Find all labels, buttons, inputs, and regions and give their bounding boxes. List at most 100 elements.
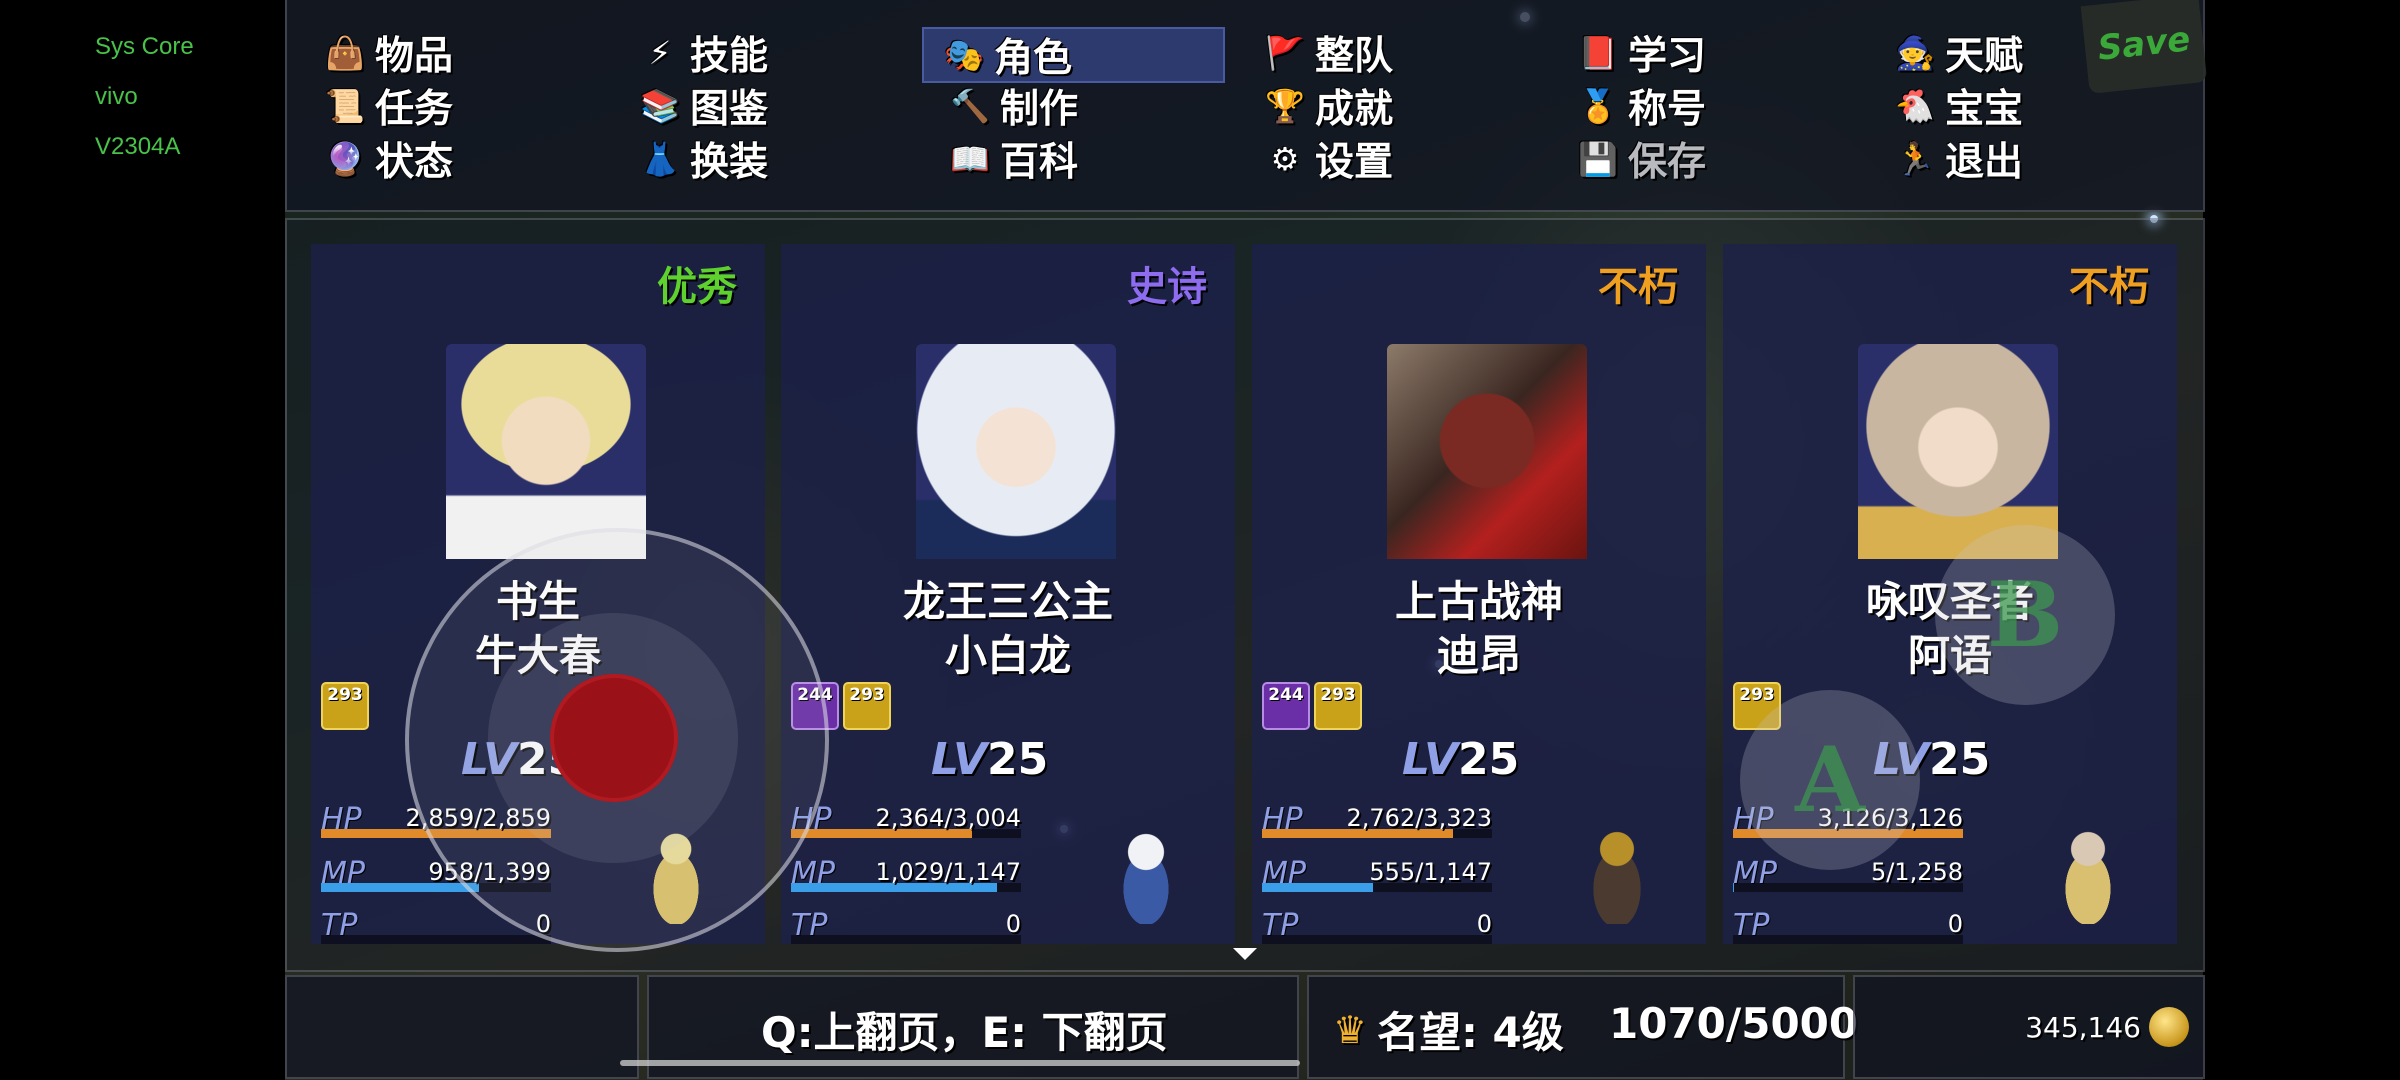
menu-item-13[interactable]: 👗 换装 [632, 133, 774, 185]
rarity-label: 优秀 [657, 264, 737, 310]
system-overlay: Sys Core vivo V2304A [95, 22, 194, 172]
hp-bar: HP 2,364/3,004 [791, 802, 1031, 838]
hp-bar: HP 2,762/3,323 [1262, 802, 1502, 838]
tp-track [791, 935, 1021, 944]
bag-icon: 👜 [325, 34, 365, 72]
character-sprite [1582, 824, 1652, 924]
rarity-label: 不朽 [2069, 264, 2149, 310]
tp-track [1733, 935, 1963, 944]
level-label: LV [931, 734, 988, 785]
gold-coin-icon [2149, 1007, 2189, 1047]
menu-item-label: 宝宝 [1945, 87, 2024, 132]
overlay-line-3: V2304A [95, 133, 181, 160]
save-button[interactable]: Save [2080, 0, 2208, 94]
menu-item-label: 任务 [375, 87, 454, 132]
home-indicator[interactable] [620, 1060, 1300, 1066]
menu-item-8[interactable]: 🔨 制作 [942, 80, 1084, 132]
menu-item-label: 图鉴 [690, 87, 769, 132]
joystick-knob[interactable] [550, 674, 678, 802]
reputation: ♛ 名望: 4级 [1333, 999, 1564, 1060]
menu-item-7[interactable]: 📚 图鉴 [632, 80, 774, 132]
menu-item-14[interactable]: 📖 百科 [942, 133, 1084, 185]
tp-value: 0 [1005, 910, 1021, 938]
party-member-card[interactable]: 不朽 上古战神 迪昂 244 293 LV25 HP 2,762/3,323 MP… [1252, 244, 1706, 944]
exit-icon: 🏃 [1895, 140, 1935, 178]
menu-item-1[interactable]: ⚡ 技能 [632, 27, 774, 79]
overlay-line-2: vivo [95, 83, 138, 110]
menu-item-11[interactable]: 🐔 宝宝 [1887, 80, 2029, 132]
menu-item-2[interactable]: 🎭 角色 [922, 27, 1225, 83]
menu-item-12[interactable]: 🔮 状态 [317, 133, 459, 185]
mp-bar: MP 555/1,147 [1262, 856, 1502, 892]
character-sprite [1111, 824, 1181, 924]
menu-item-label: 角色 [994, 36, 1073, 81]
action-button-a[interactable]: A [1740, 690, 1920, 870]
mp-value: 1,029/1,147 [875, 858, 1022, 886]
tp-bar: TP 0 [1733, 908, 1973, 944]
reputation-panel: ♛ 名望: 4级 1070/5000 [1307, 975, 1858, 1079]
menu-item-5[interactable]: 🧙 天赋 [1887, 27, 2029, 79]
mp-fill [1733, 883, 1734, 892]
menu-item-6[interactable]: 📜 任务 [317, 80, 459, 132]
character-portrait [446, 344, 646, 559]
tp-bar: TP 0 [1262, 908, 1502, 944]
badge-row: 244 293 [1262, 682, 1362, 730]
hp-value: 2,762/3,323 [1346, 804, 1493, 832]
level-label: LV [1402, 734, 1459, 785]
overlay-line-1: Sys Core [95, 33, 194, 60]
menu-item-label: 物品 [375, 34, 454, 79]
character-name: 小白龙 [944, 631, 1071, 680]
menu-item-9[interactable]: 🏆 成就 [1257, 80, 1399, 132]
buff-badge[interactable]: 293 [1314, 682, 1362, 730]
menu-item-15[interactable]: ⚙ 设置 [1257, 133, 1399, 185]
mp-fill [1262, 883, 1373, 892]
menu-item-label: 技能 [690, 34, 769, 79]
menu-item-label: 学习 [1628, 34, 1707, 79]
level-value: 25 [987, 734, 1049, 785]
tp-value: 0 [1947, 910, 1963, 938]
menu-item-10[interactable]: 🏅 称号 [1570, 80, 1712, 132]
encyclopedia-icon: 📖 [950, 140, 990, 178]
menu-item-label: 整队 [1315, 34, 1394, 79]
badge-row: 293 [321, 682, 369, 730]
scroll-down-arrow-icon[interactable] [1233, 948, 1257, 960]
tp-bar: TP 0 [791, 908, 1031, 944]
menu-item-label: 状态 [375, 140, 454, 185]
menu-item-0[interactable]: 👜 物品 [317, 27, 459, 79]
level-display: LV25 [1402, 734, 1519, 785]
trophy-icon: 🏆 [1265, 87, 1305, 125]
action-button-b[interactable]: B [1935, 525, 2115, 705]
menu-item-16[interactable]: 💾 保存 [1570, 133, 1712, 185]
menu-item-label: 百科 [1000, 140, 1079, 185]
menu-item-label: 设置 [1315, 140, 1394, 185]
page-hint: Q:上翻页，E: 下翻页 [761, 1008, 1168, 1057]
mask-icon: 🎭 [944, 36, 984, 74]
outfit-icon: 👗 [640, 140, 680, 178]
menu-item-4[interactable]: 📕 学习 [1570, 27, 1712, 79]
character-sprite [2053, 824, 2123, 924]
buff-badge[interactable]: 244 [1262, 682, 1310, 730]
mp-value: 5/1,258 [1870, 858, 1963, 886]
main-menu: 👜 物品 ⚡ 技能 🎭 角色 🚩 整队 📕 学习 🧙 天赋 📜 任务 📚 图鉴 🔨 制作 🏆 成就 🏅 称号 🐔 宝宝 🔮 状态 👗… [285, 0, 2208, 212]
pet-icon: 🐔 [1895, 87, 1935, 125]
book-icon: 📕 [1578, 34, 1618, 72]
menu-item-label: 称号 [1628, 87, 1707, 132]
talent-icon: 🧙 [1895, 34, 1935, 72]
reputation-level: 名望: 4级 [1377, 1008, 1564, 1057]
party-member-card[interactable]: 史诗 龙王三公主 小白龙 244 293 LV25 HP 2,364/3,004 … [781, 244, 1235, 944]
hp-value: 2,364/3,004 [875, 804, 1022, 832]
tp-track [1262, 935, 1492, 944]
menu-item-17[interactable]: 🏃 退出 [1887, 133, 2029, 185]
menu-item-label: 换装 [690, 140, 769, 185]
menu-item-3[interactable]: 🚩 整队 [1257, 27, 1399, 79]
buff-badge[interactable]: 293 [843, 682, 891, 730]
gold-amount: 345,146 [2025, 1010, 2141, 1044]
status-icon: 🔮 [325, 140, 365, 178]
level-value: 25 [1929, 734, 1991, 785]
anvil-icon: 🔨 [950, 87, 990, 125]
buff-badge[interactable]: 293 [321, 682, 369, 730]
character-title: 上古战神 [1394, 577, 1563, 626]
menu-item-label: 成就 [1315, 87, 1394, 132]
gold-display: 345,146 [2025, 1007, 2189, 1047]
atlas-icon: 📚 [640, 87, 680, 125]
